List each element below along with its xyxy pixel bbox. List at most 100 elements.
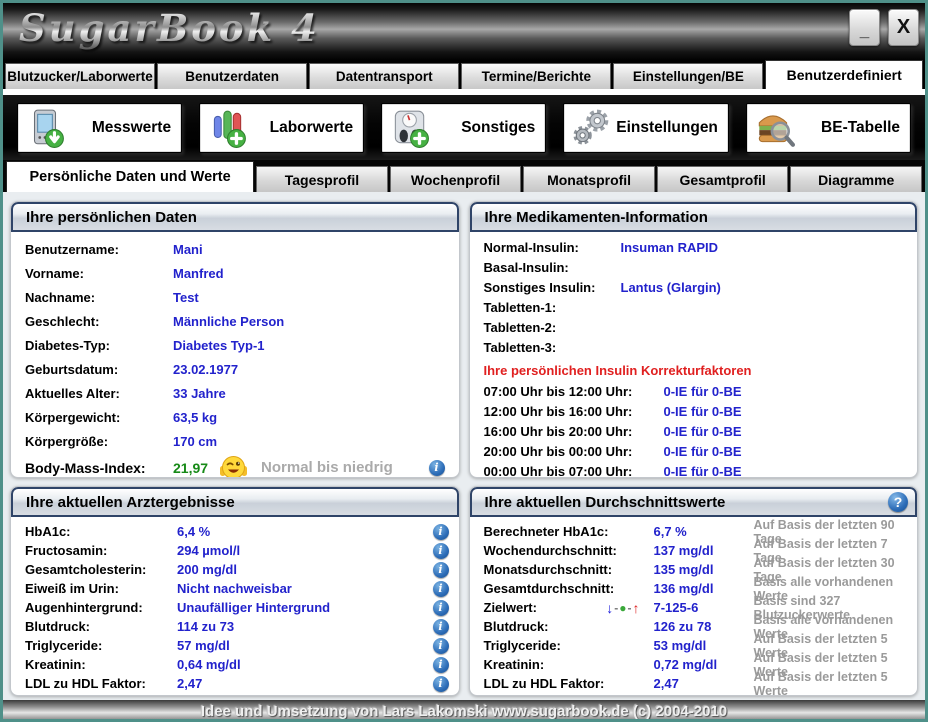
bmi-status-text: Normal bis niedrig (261, 459, 393, 476)
scale-add-icon (388, 107, 430, 149)
tab-einstellungen-be[interactable]: Einstellungen/BE (613, 63, 763, 89)
personal-data-rows: Benutzername: Mani Vorname: Manfred Nach… (25, 237, 449, 453)
result-label: Kreatinin: (25, 657, 177, 672)
data-row: Tabletten-1: (484, 297, 908, 317)
messwerte-button[interactable]: Messwerte (17, 103, 182, 153)
doctor-result-rows: HbA1c: 6,4 % i Fructosamin: 294 µmol/l i… (25, 522, 449, 693)
be-tabelle-button[interactable]: BE-Tabelle (746, 103, 911, 153)
result-label: Triglyceride: (25, 638, 177, 653)
data-row: Körpergröße: 170 cm (25, 429, 449, 453)
info-icon[interactable]: i (433, 619, 449, 635)
data-row: Diabetes-Typ: Diabetes Typ-1 (25, 333, 449, 357)
result-label: Gesamtcholesterin: (25, 562, 177, 577)
correction-row: 20:00 Uhr bis 00:00 Uhr: 0-IE für 0-BE (484, 441, 908, 461)
title-bar: SugarBook 4 _ X (3, 3, 925, 60)
pda-download-icon (24, 107, 66, 149)
average-label: Berechneter HbA1c: (484, 524, 609, 539)
tab-datentransport[interactable]: Datentransport (309, 63, 459, 89)
correction-row: 00:00 Uhr bis 07:00 Uhr: 0-IE für 0-BE (484, 461, 908, 478)
average-value: 6,7 % (654, 524, 754, 539)
result-value: 0,64 mg/dl (177, 657, 433, 672)
correction-value: 0-IE für 0-BE (664, 384, 742, 399)
tab-benutzerdefiniert[interactable]: Benutzerdefiniert (765, 60, 923, 89)
correction-row: 12:00 Uhr bis 16:00 Uhr: 0-IE für 0-BE (484, 401, 908, 421)
info-icon[interactable]: i (433, 638, 449, 654)
tab-benutzerdaten[interactable]: Benutzerdaten (157, 63, 307, 89)
einstellungen-button[interactable]: Einstellungen (563, 103, 729, 153)
sonstiges-button[interactable]: Sonstiges (381, 103, 546, 153)
info-icon[interactable]: i (433, 543, 449, 559)
average-label: Kreatinin: (484, 657, 545, 672)
info-icon[interactable]: i (433, 676, 449, 692)
medication-panel-title: Ihre Medikamenten-Information (470, 202, 918, 232)
info-icon[interactable]: i (433, 562, 449, 578)
bmi-value: 21,97 (173, 460, 208, 476)
laborwerte-button[interactable]: Laborwerte (199, 103, 364, 153)
subtab-gesamtprofil[interactable]: Gesamtprofil (657, 166, 789, 192)
row-label: Nachname: (25, 290, 173, 305)
target-dot-icon: ● (619, 601, 626, 615)
subtab-tagesprofil[interactable]: Tagesprofil (256, 166, 388, 192)
row-label: Tabletten-3: (484, 340, 621, 355)
subtab-diagramme[interactable]: Diagramme (790, 166, 922, 192)
row-label: Benutzername: (25, 242, 173, 257)
correction-value: 0-IE für 0-BE (664, 464, 742, 479)
row-value: Test (173, 290, 199, 305)
average-rows: Berechneter HbA1c: ↓-●-↑ 6,7 % Auf Basis… (484, 522, 908, 693)
data-row: Tabletten-2: (484, 317, 908, 337)
credits-bar: Idee und Umsetzung von Lars Lakomski www… (3, 700, 925, 722)
result-label: HbA1c: (25, 524, 177, 539)
average-value: 126 zu 78 (654, 619, 754, 634)
tab-termine-berichte[interactable]: Termine/Berichte (461, 63, 611, 89)
subtab-wochenprofil[interactable]: Wochenprofil (390, 166, 522, 192)
help-icon[interactable]: ? (888, 492, 908, 512)
data-row: Normal-Insulin: Insuman RAPID (484, 237, 908, 257)
time-range-label: 20:00 Uhr bis 00:00 Uhr: (484, 444, 664, 459)
close-button[interactable]: X (888, 9, 919, 46)
info-icon[interactable]: i (433, 657, 449, 673)
average-label: Blutdruck: (484, 619, 549, 634)
data-row: Geburtsdatum: 23.02.1977 (25, 357, 449, 381)
data-row: Nachname: Test (25, 285, 449, 309)
medication-rows: Normal-Insulin: Insuman RAPID Basal-Insu… (484, 237, 908, 357)
result-label: Fructosamin: (25, 543, 177, 558)
high-arrow-icon: ↑ (633, 600, 640, 616)
correction-value: 0-IE für 0-BE (664, 404, 742, 419)
row-value: 63,5 kg (173, 410, 217, 425)
row-value: Männliche Person (173, 314, 284, 329)
info-icon[interactable]: i (433, 600, 449, 616)
result-label: Blutdruck: (25, 619, 177, 634)
result-value: 200 mg/dl (177, 562, 433, 577)
minimize-button[interactable]: _ (849, 9, 880, 46)
data-row: Geschlecht: Männliche Person (25, 309, 449, 333)
info-icon[interactable]: i (429, 460, 445, 476)
average-value: 135 mg/dl (654, 562, 754, 577)
data-row: Aktuelles Alter: 33 Jahre (25, 381, 449, 405)
wink-thumbs-up-emoji-icon (220, 454, 247, 478)
result-row: Blutdruck: 114 zu 73 i (25, 617, 449, 636)
result-row: Eiweiß im Urin: Nicht nachweisbar i (25, 579, 449, 598)
result-row: Augenhintergrund: Unaufälliger Hintergru… (25, 598, 449, 617)
info-icon[interactable]: i (433, 581, 449, 597)
correction-value: 0-IE für 0-BE (664, 444, 742, 459)
data-row: Körpergewicht: 63,5 kg (25, 405, 449, 429)
averages-panel: Ihre aktuellen Durchschnittswerte ? Bere… (469, 486, 919, 696)
subtab-monatsprofil[interactable]: Monatsprofil (523, 166, 655, 192)
subtab-persoenliche-daten[interactable]: Persönliche Daten und Werte (6, 161, 254, 192)
data-row: Sonstiges Insulin: Lantus (Glargin) (484, 277, 908, 297)
result-row: LDL zu HDL Faktor: 2,47 i (25, 674, 449, 693)
row-value: Mani (173, 242, 203, 257)
average-value: 136 mg/dl (654, 581, 754, 596)
test-tubes-add-icon (206, 107, 248, 149)
average-label: LDL zu HDL Faktor: (484, 676, 605, 691)
tab-blutzucker-laborwerte[interactable]: Blutzucker/Laborwerte (5, 63, 155, 89)
info-icon[interactable]: i (433, 524, 449, 540)
row-label: Geschlecht: (25, 314, 173, 329)
average-value: 0,72 mg/dl (654, 657, 754, 672)
correction-value: 0-IE für 0-BE (664, 424, 742, 439)
bmi-row: Body-Mass-Index: 21,97 Normal bis niedri… (25, 453, 449, 478)
data-row: Tabletten-3: (484, 337, 908, 357)
row-value: Diabetes Typ-1 (173, 338, 265, 353)
result-label: Eiweiß im Urin: (25, 581, 177, 596)
row-value: Insuman RAPID (621, 240, 719, 255)
